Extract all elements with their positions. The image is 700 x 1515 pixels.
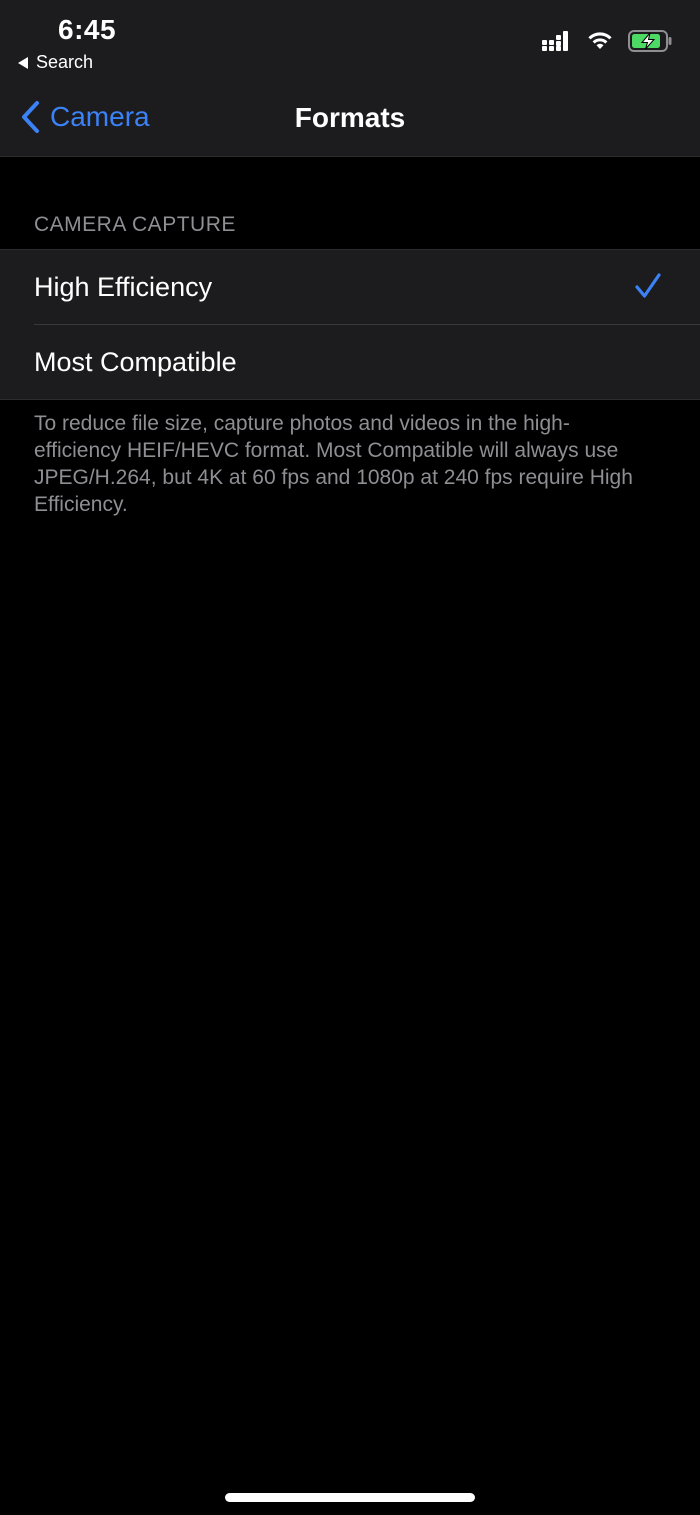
back-to-search-label: Search [36, 52, 94, 72]
camera-capture-options: High Efficiency Most Compatible [0, 249, 700, 400]
option-label: Most Compatible [34, 346, 237, 377]
option-high-efficiency[interactable]: High Efficiency [0, 250, 700, 324]
battery-charging-icon [628, 30, 672, 52]
wifi-icon [588, 32, 612, 49]
back-triangle-icon [18, 56, 28, 69]
navigation-bar: Camera Formats [0, 80, 700, 157]
status-time: 6:45 [58, 14, 117, 45]
option-label: High Efficiency [34, 271, 213, 302]
back-to-search-button[interactable]: Search [18, 52, 93, 73]
status-bar: 6:45 Search [0, 0, 700, 80]
cellular-signal-icon [542, 31, 568, 51]
checkmark-icon [635, 273, 661, 298]
section-header: CAMERA CAPTURE [34, 213, 236, 236]
section-footer: To reduce file size, capture photos and … [34, 412, 633, 516]
option-most-compatible[interactable]: Most Compatible [0, 325, 700, 399]
status-icons [542, 30, 672, 52]
page-title: Formats [294, 102, 406, 133]
home-indicator[interactable] [225, 1493, 475, 1502]
